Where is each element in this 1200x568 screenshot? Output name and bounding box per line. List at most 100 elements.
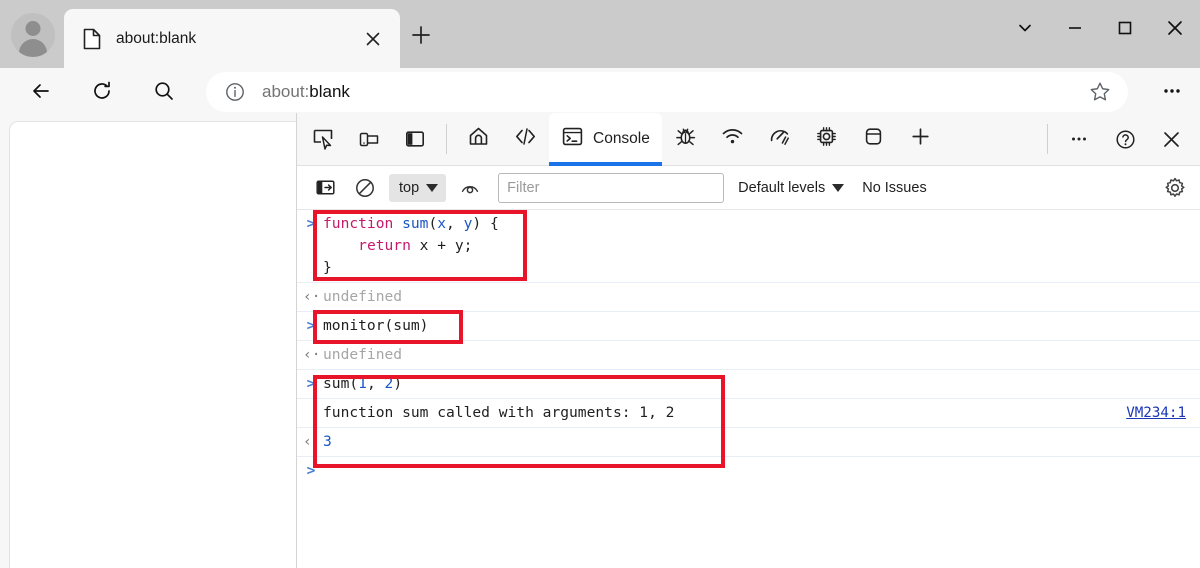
console-filter-input[interactable] bbox=[498, 172, 725, 203]
browser-menu-button[interactable] bbox=[1152, 74, 1192, 108]
browser-tab-about-blank[interactable]: about:blank bbox=[64, 9, 400, 68]
live-expression-eye-icon[interactable] bbox=[453, 171, 487, 205]
tab-console[interactable]: Console bbox=[549, 112, 662, 166]
log-levels-selector[interactable]: Default levels bbox=[738, 179, 845, 196]
console-input-marker: > bbox=[306, 215, 316, 232]
console-row-input: > function sum(x, y) { return x + y; } bbox=[297, 210, 1200, 283]
more-panels-button[interactable] bbox=[897, 113, 944, 166]
back-arrow-icon[interactable] bbox=[18, 68, 64, 113]
device-emulation-icon[interactable] bbox=[349, 119, 389, 159]
execution-context-selector[interactable]: top bbox=[389, 173, 447, 202]
code-token: ) bbox=[393, 375, 403, 392]
home-icon bbox=[467, 125, 490, 153]
tab-network[interactable] bbox=[709, 113, 756, 166]
minimize-icon[interactable] bbox=[1050, 0, 1100, 56]
devtools-panel: Console top Filter Default levels No Iss… bbox=[296, 112, 1200, 568]
close-devtools-icon[interactable] bbox=[1151, 119, 1191, 159]
console-row-input: > sum(1, 2) bbox=[297, 370, 1200, 399]
code-token: 3 bbox=[323, 433, 332, 450]
window-controls bbox=[1000, 0, 1200, 56]
tab-memory[interactable] bbox=[803, 113, 850, 166]
code-token: } bbox=[323, 259, 332, 276]
code-token: ) { bbox=[472, 215, 499, 232]
console-log[interactable]: > function sum(x, y) { return x + y; } ‹· u… bbox=[297, 210, 1200, 567]
devtools-right-tools bbox=[1039, 119, 1200, 159]
gauge-icon bbox=[768, 125, 791, 153]
devtools-more-options-icon[interactable] bbox=[1059, 119, 1099, 159]
console-row-text: function sum(x, y) { return x + y; } bbox=[323, 215, 499, 276]
chevron-down-icon[interactable] bbox=[1000, 0, 1050, 56]
info-icon[interactable] bbox=[222, 79, 248, 105]
url-scheme: about: bbox=[262, 82, 310, 101]
console-output-marker: ‹· bbox=[303, 288, 321, 305]
console-filter-bar: top Default levels No Issues bbox=[297, 166, 1200, 210]
console-source-link[interactable]: VM234:1 bbox=[1126, 402, 1186, 424]
console-row-prompt[interactable]: > bbox=[297, 457, 1200, 485]
database-icon bbox=[862, 125, 885, 153]
tab-welcome[interactable] bbox=[455, 113, 502, 166]
console-row-text: undefined bbox=[323, 288, 402, 305]
tab-sources[interactable] bbox=[662, 113, 709, 166]
reload-icon[interactable] bbox=[79, 68, 125, 113]
console-output-marker: ‹· bbox=[303, 346, 321, 363]
console-input-marker: > bbox=[306, 317, 316, 334]
code-token: , bbox=[446, 215, 464, 232]
plus-icon bbox=[909, 125, 932, 153]
url-host: blank bbox=[309, 82, 350, 101]
code-token: 2 bbox=[384, 375, 394, 392]
clear-console-icon[interactable] bbox=[348, 171, 382, 205]
tab-title: about:blank bbox=[116, 29, 197, 47]
tab-elements[interactable] bbox=[502, 113, 549, 166]
console-row-log: function sum called with arguments: 1, 2… bbox=[297, 399, 1200, 428]
gear-icon[interactable] bbox=[1158, 171, 1192, 205]
maximize-icon[interactable] bbox=[1100, 0, 1150, 56]
console-row-output: ‹· undefined bbox=[297, 341, 1200, 370]
execution-context-label: top bbox=[399, 179, 420, 196]
wifi-icon bbox=[721, 125, 744, 153]
chip-icon bbox=[815, 125, 838, 153]
issues-status[interactable]: No Issues bbox=[862, 180, 926, 196]
code-token: monitor(sum) bbox=[323, 317, 429, 334]
new-tab-button[interactable] bbox=[404, 18, 438, 52]
console-row-output: ‹· 3 bbox=[297, 428, 1200, 457]
console-input-marker: > bbox=[306, 462, 316, 479]
console-row-input: > monitor(sum) bbox=[297, 312, 1200, 341]
code-token: undefined bbox=[323, 346, 403, 363]
code-token: sum bbox=[402, 215, 429, 232]
code-token: , bbox=[366, 375, 385, 392]
log-levels-label: Default levels bbox=[738, 179, 826, 196]
inspect-element-icon[interactable] bbox=[303, 119, 343, 159]
code-token: x bbox=[437, 215, 447, 232]
address-bar[interactable]: about:blank bbox=[206, 72, 1128, 112]
browser-window: about:blank about:blank Console top Filt… bbox=[0, 0, 1200, 568]
help-icon[interactable] bbox=[1105, 119, 1145, 159]
console-row-text: monitor(sum) bbox=[323, 317, 428, 334]
code-token: 1 bbox=[358, 375, 367, 392]
star-icon[interactable] bbox=[1080, 72, 1120, 112]
code-token: return bbox=[358, 237, 420, 254]
avatar bbox=[11, 13, 55, 57]
page-content-blank bbox=[9, 121, 296, 568]
devtools-tab-bar: Console bbox=[297, 112, 1200, 166]
bug-icon bbox=[674, 125, 697, 153]
sidebar-toggle-icon[interactable] bbox=[308, 171, 342, 205]
close-icon[interactable] bbox=[356, 22, 390, 56]
chevron-down-icon bbox=[832, 183, 845, 192]
close-window-icon[interactable] bbox=[1150, 0, 1200, 56]
tab-console-label: Console bbox=[593, 130, 650, 147]
console-row-text: undefined bbox=[323, 346, 402, 363]
console-input-marker: > bbox=[306, 375, 316, 392]
tab-application[interactable] bbox=[850, 113, 897, 166]
dock-side-icon[interactable] bbox=[395, 119, 435, 159]
tab-performance[interactable] bbox=[756, 113, 803, 166]
code-icon bbox=[514, 125, 537, 153]
search-icon[interactable] bbox=[141, 68, 187, 113]
code-token: function sum called with arguments: 1, 2 bbox=[323, 404, 675, 421]
console-row-output: ‹· undefined bbox=[297, 283, 1200, 312]
document-icon bbox=[82, 28, 102, 50]
code-token: function bbox=[323, 215, 403, 232]
tab-bar: about:blank bbox=[0, 0, 1200, 68]
profile-button[interactable] bbox=[8, 10, 58, 60]
code-token: sum( bbox=[323, 375, 359, 392]
